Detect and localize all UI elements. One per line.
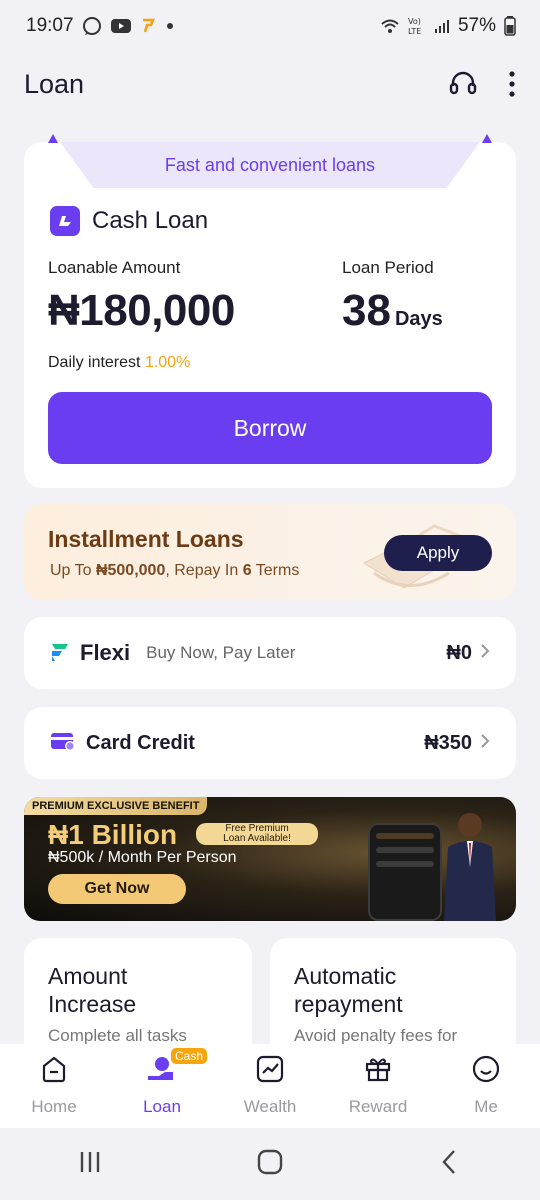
nav-reward-label: Reward xyxy=(348,1097,408,1116)
smile-icon xyxy=(471,1054,501,1089)
automatic-repayment-desc: Avoid penalty fees for xyxy=(294,1026,458,1045)
premium-banner[interactable]: PREMIUM EXCLUSIVE BENEFIT ₦1 Billion Fre… xyxy=(24,797,516,921)
loan-period-number: 38 xyxy=(342,286,391,335)
status-time: 19:07 xyxy=(26,15,74,36)
automatic-repayment-title: Automatic repayment xyxy=(294,962,492,1018)
ribbon-corner-left xyxy=(48,134,58,143)
installment-sub-prefix: Up To xyxy=(50,562,96,579)
system-nav-bar xyxy=(0,1128,540,1200)
amount-increase-title: Amount Increase xyxy=(48,962,228,1018)
bottom-nav: Home Cash Loan Wealth Reward Me xyxy=(0,1044,540,1128)
chevron-right-icon xyxy=(480,642,490,665)
back-icon[interactable] xyxy=(436,1148,464,1181)
loan-period-label: Loan Period xyxy=(342,258,434,277)
card-credit-name: Card Credit xyxy=(86,731,195,754)
home-button-icon[interactable] xyxy=(256,1148,284,1181)
banner-tag: PREMIUM EXCLUSIVE BENEFIT xyxy=(24,797,208,815)
wifi-calling-icon xyxy=(380,17,400,35)
signal-icon xyxy=(434,18,450,34)
amount-increase-title-line1: Amount xyxy=(48,963,128,989)
flexi-name: Flexi xyxy=(80,640,131,665)
home-icon xyxy=(39,1054,69,1089)
card-credit-icon xyxy=(50,731,76,756)
installment-loans-card[interactable]: Installment Loans Up To ₦500,000, Repay … xyxy=(24,504,516,600)
nav-loan-label: Loan xyxy=(143,1097,181,1116)
banner-subtitle: ₦500k / Month Per Person xyxy=(48,849,237,866)
flexi-logo-icon xyxy=(50,641,70,666)
svg-text:LTE: LTE xyxy=(408,27,421,36)
amount-increase-title-line2: Increase xyxy=(48,991,137,1017)
battery-percent: 57% xyxy=(457,15,496,36)
headset-icon[interactable] xyxy=(448,69,478,99)
promo-ribbon: Fast and convenient loans xyxy=(60,142,480,188)
nav-reward[interactable]: Reward xyxy=(333,1054,423,1117)
installment-terms: 6 xyxy=(242,562,252,579)
chevron-right-icon xyxy=(480,732,490,755)
phone-mockup-image xyxy=(368,823,442,921)
daily-interest-label: Daily interest xyxy=(48,354,141,371)
loanable-amount-label: Loanable Amount xyxy=(48,258,181,277)
more-vertical-icon[interactable] xyxy=(508,70,516,98)
ambassador-image xyxy=(444,813,496,921)
whatsapp-icon xyxy=(82,16,102,36)
automatic-repayment-title-line2: repayment xyxy=(294,991,403,1017)
nav-me-label: Me xyxy=(474,1097,498,1116)
palmpay-icon xyxy=(140,17,158,35)
volte-icon: Vo) LTE xyxy=(408,16,426,36)
installment-subtitle: Up To ₦500,000, Repay In 6 Terms xyxy=(50,562,299,580)
cash-loan-card: Fast and convenient loans Cash Loan Loan… xyxy=(24,134,516,488)
loan-period-unit: Days xyxy=(394,308,443,330)
banner-pill: Free Premium Loan Available! xyxy=(196,823,318,845)
installment-title: Installment Loans xyxy=(48,526,244,552)
amount-increase-desc: Complete all tasks xyxy=(48,1026,187,1045)
card-credit-balance: ₦350 xyxy=(424,731,472,754)
loan-period-value: 38 Days xyxy=(342,286,443,336)
nav-loan[interactable]: Cash Loan xyxy=(117,1048,208,1117)
nav-home-label: Home xyxy=(31,1097,77,1116)
installment-max-amount: ₦500,000 xyxy=(95,562,166,579)
banner-pill-line2: Loan Available! xyxy=(223,833,291,844)
borrow-button[interactable]: Borrow xyxy=(48,392,492,464)
loanable-amount-value: ₦180,000 xyxy=(48,286,235,335)
ribbon-corner-right xyxy=(482,134,492,143)
flexi-balance: ₦0 xyxy=(446,641,472,664)
installment-sub-middle: , Repay In xyxy=(165,562,243,579)
nav-wealth-label: Wealth xyxy=(243,1097,297,1116)
daily-interest: Daily interest 1.00% xyxy=(48,354,190,372)
cash-loan-title: Cash Loan xyxy=(92,207,209,234)
gift-icon xyxy=(363,1054,393,1089)
apply-button[interactable]: Apply xyxy=(384,535,492,571)
banner-headline: ₦1 Billion xyxy=(48,819,178,850)
nav-home[interactable]: Home xyxy=(9,1054,99,1117)
automatic-repayment-title-line1: Automatic xyxy=(294,963,397,989)
recent-apps-icon[interactable] xyxy=(76,1148,104,1181)
installment-sub-suffix: Terms xyxy=(251,562,300,579)
cash-loan-header: Cash Loan xyxy=(50,206,208,236)
wealth-icon xyxy=(255,1054,285,1089)
youtube-icon xyxy=(110,18,132,34)
status-bar: 19:07 Vo) LTE 57% xyxy=(0,0,540,52)
nav-me[interactable]: Me xyxy=(441,1054,531,1117)
svg-text:Vo): Vo) xyxy=(408,17,421,26)
nav-wealth[interactable]: Wealth xyxy=(225,1054,315,1117)
page-title: Loan xyxy=(24,68,85,99)
get-now-button[interactable]: Get Now xyxy=(48,874,186,904)
daily-interest-rate: 1.00% xyxy=(144,354,191,371)
page-header: Loan xyxy=(0,56,540,112)
card-credit-row[interactable]: Card Credit ₦350 xyxy=(24,707,516,779)
cash-loan-logo-icon xyxy=(50,206,80,236)
cash-badge: Cash xyxy=(171,1048,208,1064)
battery-icon xyxy=(504,16,516,36)
dot-icon xyxy=(166,22,174,30)
flexi-row[interactable]: Flexi Buy Now, Pay Later ₦0 xyxy=(24,617,516,689)
flexi-subtitle: Buy Now, Pay Later xyxy=(146,643,296,662)
